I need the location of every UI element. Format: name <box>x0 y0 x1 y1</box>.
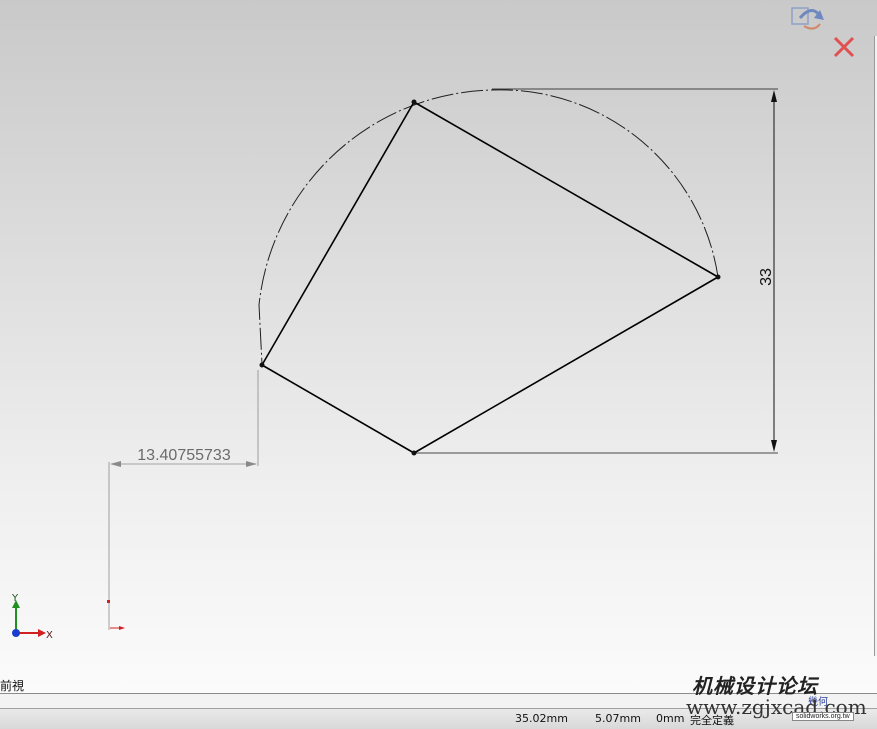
construction-arc[interactable] <box>258 89 719 365</box>
sketch-point[interactable] <box>411 99 417 105</box>
vertical-dimension[interactable]: 33 <box>414 88 778 454</box>
horizontal-dimension[interactable]: 13.40755733 <box>108 370 259 630</box>
sketch-line-top[interactable] <box>413 101 719 278</box>
sketch-line-bottom[interactable] <box>261 364 415 454</box>
status-z-coord: 0mm <box>656 712 685 725</box>
sketch-origin <box>107 600 125 630</box>
cancel-x-icon[interactable] <box>831 34 857 60</box>
axis-label-x: X <box>46 630 53 641</box>
sketch-line-right[interactable] <box>413 276 719 454</box>
sketch-line-left[interactable] <box>261 101 415 366</box>
sketch-exit-icon[interactable] <box>790 2 826 38</box>
dimension-value-13[interactable]: 13.40755733 <box>137 447 231 464</box>
status-y-coord: 5.07mm <box>595 712 641 725</box>
sketch-point[interactable] <box>259 362 265 368</box>
watermark-badge: solidworks.org.tw <box>792 712 854 721</box>
sketch-point[interactable] <box>715 274 721 280</box>
view-triad[interactable]: Y X <box>11 593 53 641</box>
axis-label-y: Y <box>11 593 19 604</box>
sketch-canvas[interactable]: 33 13.40755733 Y X <box>0 0 877 693</box>
graphics-viewport[interactable]: 33 13.40755733 Y X 前視 <box>0 0 877 693</box>
view-orientation-label: 前視 <box>0 679 25 693</box>
dimension-value-33[interactable]: 33 <box>758 268 775 286</box>
status-x-coord: 35.02mm <box>515 712 568 725</box>
